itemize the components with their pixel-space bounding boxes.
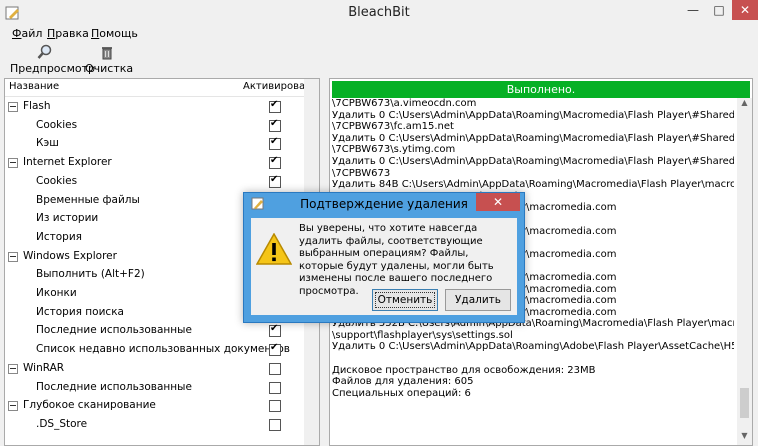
scroll-thumb[interactable] — [740, 388, 749, 418]
collapse-icon[interactable] — [8, 158, 18, 169]
tree-row[interactable]: Глубокое сканирование — [5, 397, 305, 415]
menu-edit[interactable]: Правка — [47, 27, 89, 40]
tree-row-label: Выполнить (Alt+F2) — [36, 268, 145, 281]
activate-checkbox[interactable] — [269, 362, 281, 375]
tree-row[interactable]: Последние использованные — [5, 322, 305, 340]
activate-checkbox[interactable] — [269, 118, 281, 132]
clean-label: Очистка — [85, 62, 134, 75]
tree-row-label: Временные файлы — [36, 193, 140, 206]
minimize-button[interactable]: — — [680, 0, 706, 20]
tree-row-label: История — [36, 230, 82, 243]
warning-icon — [256, 233, 292, 265]
dialog-body: Вы уверены, что хотите навсегда удалить … — [251, 218, 517, 315]
trash-icon — [102, 47, 112, 60]
collapse-icon[interactable] — [8, 251, 18, 262]
menu-bar: Файл Правка Помощь — [0, 26, 758, 42]
tree-row-label: Последние использованные — [36, 380, 192, 393]
tree-row-label: История поиска — [36, 305, 124, 318]
tree-row-label: Иконки — [36, 287, 77, 299]
tree-row[interactable]: Кэш — [5, 135, 305, 153]
tree-row-label: Из истории — [36, 212, 99, 225]
scroll-up-icon[interactable]: ▲ — [737, 98, 752, 112]
activate-checkbox[interactable] — [269, 418, 281, 431]
tree-row-label: Глубокое сканирование — [23, 399, 156, 412]
tree-row[interactable]: Последние использованные — [5, 379, 305, 397]
collapse-icon[interactable] — [8, 401, 18, 412]
activate-checkbox[interactable] — [269, 174, 281, 188]
output-scrollbar[interactable]: ▲ ▼ — [737, 98, 752, 445]
tree-row-label: Cookies — [36, 118, 78, 131]
tree-row[interactable]: WinRAR — [5, 360, 305, 378]
clean-button[interactable]: Очистка — [85, 44, 133, 75]
collapse-icon[interactable] — [8, 363, 18, 374]
tree-row[interactable]: Cookies — [5, 173, 305, 191]
tree-row[interactable]: Cookies — [5, 117, 305, 135]
column-name-header[interactable]: Название — [9, 81, 59, 92]
window-title: BleachBit — [348, 5, 410, 20]
activate-checkbox[interactable] — [269, 342, 281, 357]
tree-row[interactable]: Internet Explorer — [5, 154, 305, 172]
tree-row-label: Flash — [23, 100, 51, 112]
tree-row-label: Кэш — [36, 137, 59, 150]
confirm-delete-dialog: Подтверждение удаления ✕ Вы уверены, что… — [243, 192, 525, 323]
search-icon — [37, 44, 52, 59]
tree-row-label: Список недавно использованных документов — [36, 343, 290, 356]
preview-button[interactable]: Предпросмотр — [10, 44, 95, 75]
dialog-close-button[interactable]: ✕ — [476, 193, 520, 211]
tree-row-label: .DS_Store — [36, 417, 88, 430]
maximize-button[interactable]: □ — [706, 0, 732, 20]
activate-checkbox[interactable] — [269, 381, 281, 394]
activate-checkbox[interactable] — [269, 323, 281, 338]
toolbar: Предпросмотр Очистка — [0, 42, 758, 78]
tree-row[interactable]: Flash — [5, 98, 305, 116]
delete-button[interactable]: Удалить — [445, 289, 511, 311]
collapse-icon[interactable] — [8, 102, 18, 112]
cancel-button[interactable]: Отменить — [372, 289, 438, 311]
tree-row-label: Windows Explorer — [23, 249, 117, 262]
activate-checkbox[interactable] — [269, 400, 281, 413]
title-bar: BleachBit — □ ✕ — [0, 0, 758, 26]
scroll-down-icon[interactable]: ▼ — [737, 431, 752, 445]
close-button[interactable]: ✕ — [732, 0, 758, 20]
tree-row[interactable]: Список недавно использованных документов — [5, 341, 305, 359]
activate-checkbox[interactable] — [269, 155, 281, 170]
tree-header: Название Активировать — [5, 79, 319, 97]
activate-checkbox[interactable] — [269, 136, 281, 151]
activate-checkbox[interactable] — [269, 99, 281, 113]
tree-row[interactable]: .DS_Store — [5, 416, 305, 434]
tree-row-label: Internet Explorer — [23, 156, 112, 169]
tree-row-label: WinRAR — [23, 361, 65, 374]
menu-file[interactable]: Файл — [12, 27, 42, 40]
dialog-title-bar: Подтверждение удаления ✕ — [244, 193, 524, 215]
tree-row-label: Cookies — [36, 174, 78, 187]
dialog-message: Вы уверены, что хотите навсегда удалить … — [299, 223, 494, 297]
menu-help[interactable]: Помощь — [91, 27, 138, 40]
progress-bar: Выполнено. — [332, 81, 750, 98]
tree-row-label: Последние использованные — [36, 324, 192, 337]
preview-label: Предпросмотр — [10, 62, 95, 75]
